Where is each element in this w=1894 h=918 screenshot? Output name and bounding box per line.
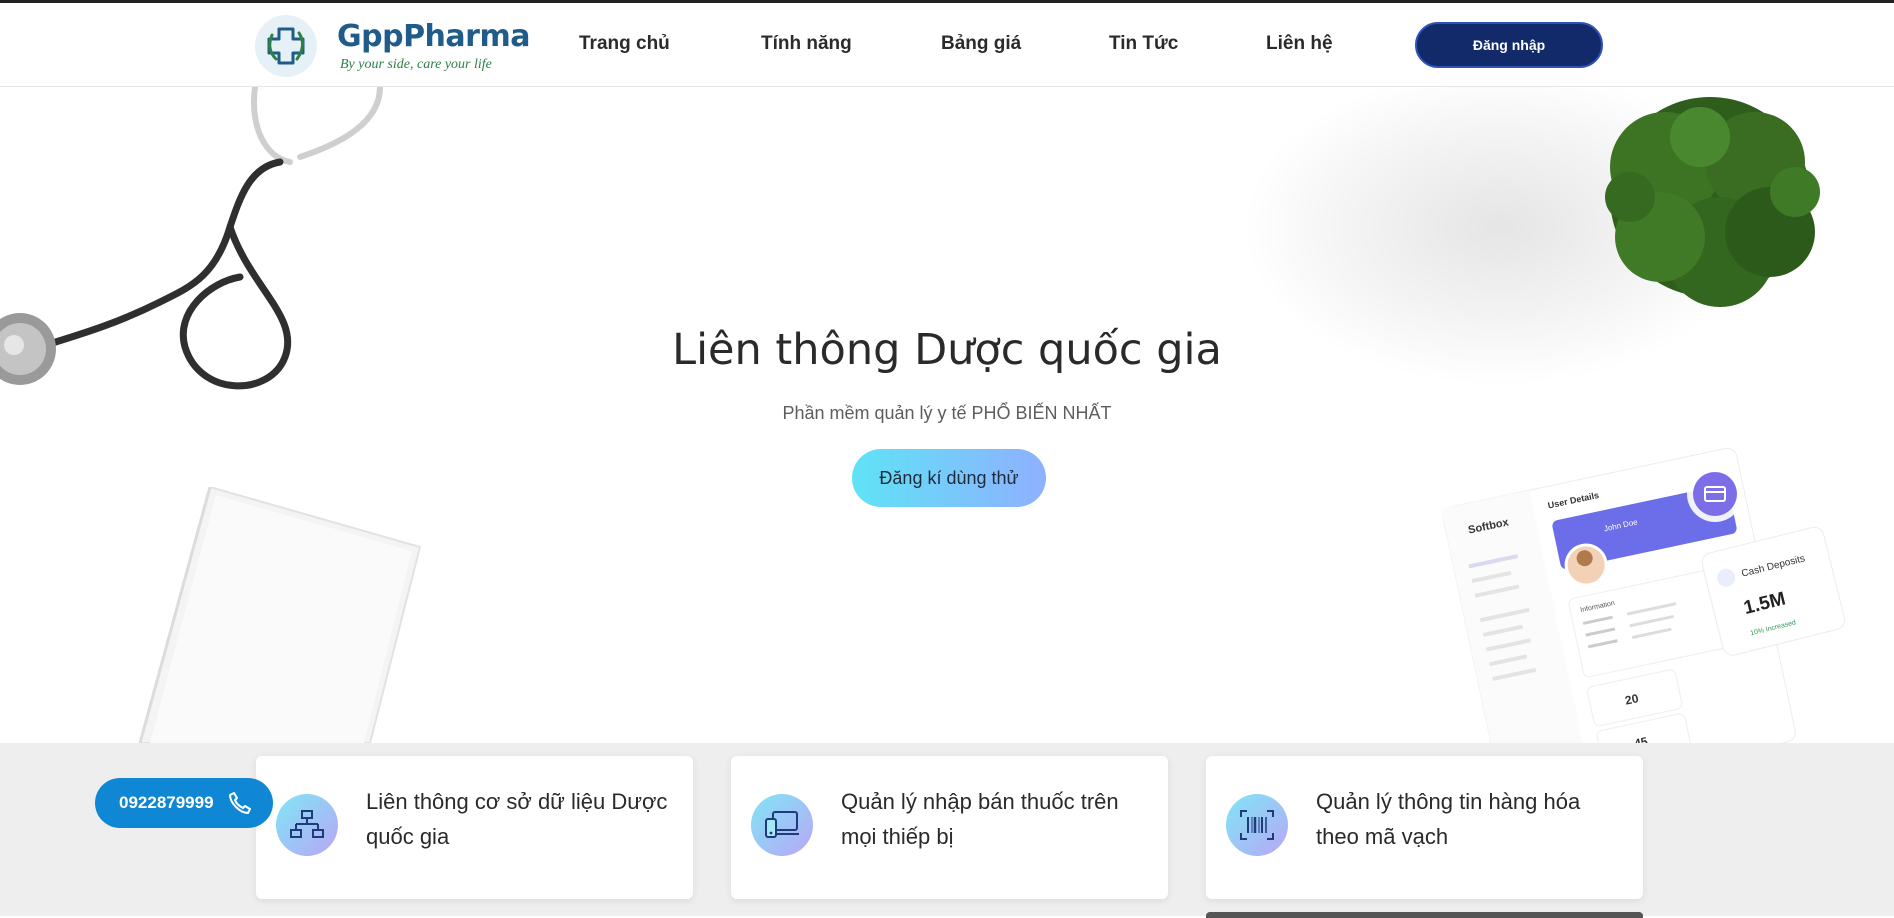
stethoscope-icon <box>0 87 383 390</box>
phone-call-button[interactable]: 0922879999 <box>95 778 273 828</box>
phone-number: 0922879999 <box>119 793 214 812</box>
network-icon <box>276 794 338 856</box>
nav-item-home[interactable]: Trang chủ <box>579 33 670 55</box>
logo[interactable]: GppPharma By your side, care your life <box>255 15 530 77</box>
devices-icon <box>751 794 813 856</box>
medical-cross-logo-icon <box>255 15 317 77</box>
nav-item-news[interactable]: Tin Tức <box>1109 33 1178 55</box>
trial-signup-button[interactable]: Đăng kí dùng thử <box>852 449 1046 507</box>
nav-item-contact[interactable]: Liên hệ <box>1266 33 1333 55</box>
login-button[interactable]: Đăng nhập <box>1415 22 1603 68</box>
feature-card-barcode[interactable]: Quản lý thông tin hàng hóa theo mã vạch <box>1206 756 1643 899</box>
feature-text: Quản lý thông tin hàng hóa theo mã vạch <box>1316 789 1581 849</box>
feature-card-devices[interactable]: Quản lý nhập bán thuốc trên mọi thiếp bị <box>731 756 1168 899</box>
brand-tagline: By your side, care your life <box>340 57 492 72</box>
feature-card-national-db[interactable]: Liên thông cơ sở dữ liệu Dược quốc gia <box>256 756 693 899</box>
barcode-icon <box>1226 794 1288 856</box>
dashboard-mockup: Softbox User Details John Doe Informatio… <box>1441 447 1846 743</box>
plant-icon <box>1605 97 1820 307</box>
nav-item-features[interactable]: Tính năng <box>761 33 852 55</box>
feature-text: Liên thông cơ sở dữ liệu Dược quốc gia <box>366 789 668 849</box>
nav-item-pricing[interactable]: Bảng giá <box>941 33 1021 55</box>
site-header: GppPharma By your side, care your life T… <box>0 3 1894 87</box>
next-card-edge <box>1206 912 1643 918</box>
brand-name: GppPharma <box>337 19 530 54</box>
feature-strip: Liên thông cơ sở dữ liệu Dược quốc gia Q… <box>0 743 1894 918</box>
hero-title: Liên thông Dược quốc gia <box>672 325 1222 375</box>
feature-text: Quản lý nhập bán thuốc trên mọi thiếp bị <box>841 789 1119 849</box>
hero-section: Liên thông Dược quốc gia Phần mềm quản l… <box>0 87 1894 743</box>
phone-icon <box>229 792 251 814</box>
paper-notebook-icon <box>138 487 422 743</box>
